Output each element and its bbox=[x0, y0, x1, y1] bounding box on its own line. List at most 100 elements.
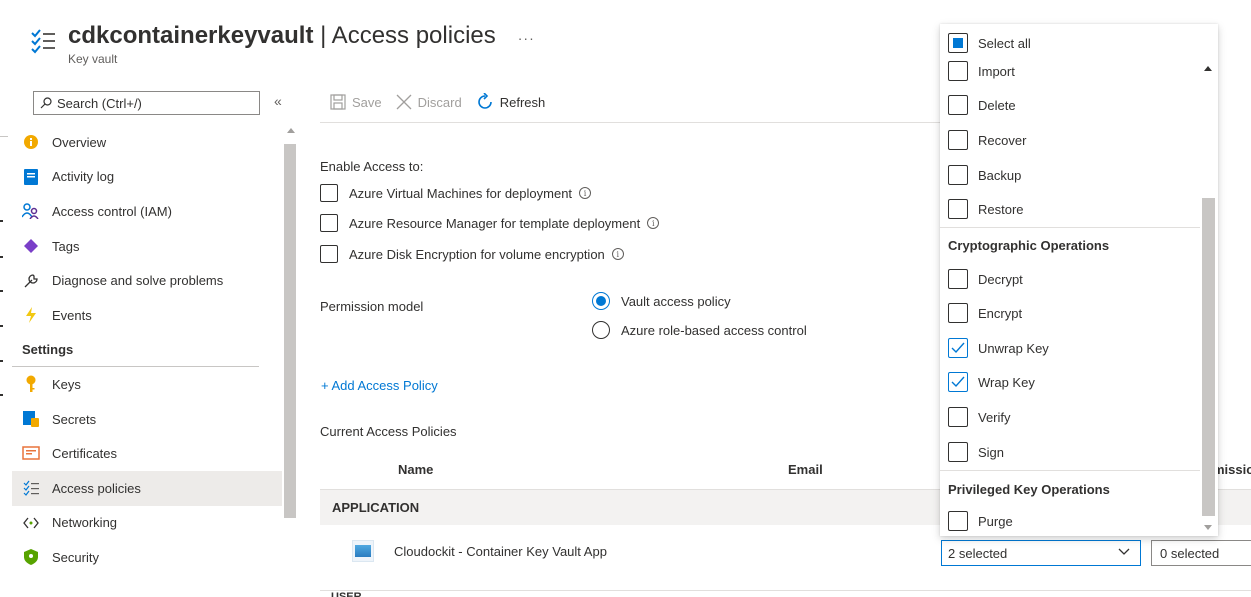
sidebar-item-label: Security bbox=[52, 549, 99, 565]
sidebar-item-label: Keys bbox=[52, 376, 81, 392]
key-icon bbox=[22, 375, 40, 393]
checkbox[interactable] bbox=[948, 407, 968, 427]
option-label: Wrap Key bbox=[978, 374, 1035, 390]
option-label: Import bbox=[978, 63, 1015, 79]
checkbox-vm-deployment[interactable]: Azure Virtual Machines for deployment i bbox=[320, 184, 592, 202]
sidebar-item-keys[interactable]: Keys bbox=[12, 367, 282, 402]
refresh-button[interactable]: Refresh bbox=[476, 93, 545, 111]
save-icon bbox=[330, 94, 346, 110]
edge-mark bbox=[0, 394, 3, 396]
group-header-user: USER bbox=[331, 591, 362, 597]
radio-label: Azure role-based access control bbox=[621, 322, 807, 338]
option-verify[interactable]: Verify bbox=[948, 407, 1011, 427]
info-icon[interactable]: i bbox=[579, 187, 592, 199]
option-label: Select all bbox=[978, 35, 1031, 51]
column-name-header[interactable]: Name bbox=[398, 462, 433, 477]
overview-icon bbox=[22, 133, 40, 151]
option-restore[interactable]: Restore bbox=[948, 199, 1024, 219]
search-input[interactable]: Search (Ctrl+/) bbox=[33, 91, 260, 115]
checkbox[interactable] bbox=[948, 95, 968, 115]
dropdown-scrollbar[interactable] bbox=[1200, 58, 1217, 534]
option-import[interactable]: Import bbox=[948, 61, 1015, 81]
search-placeholder: Search (Ctrl+/) bbox=[57, 95, 142, 111]
discard-button[interactable]: Discard bbox=[396, 94, 462, 110]
checkbox[interactable] bbox=[948, 199, 968, 219]
save-label: Save bbox=[352, 94, 382, 110]
info-icon[interactable]: i bbox=[611, 248, 624, 260]
column-permissions-header[interactable]: missio bbox=[1213, 462, 1251, 477]
sidebar-item-access-policies[interactable]: Access policies bbox=[12, 470, 282, 506]
sidebar-item-events[interactable]: Events bbox=[12, 298, 282, 333]
edge-mark bbox=[0, 290, 3, 292]
checkbox-checked[interactable] bbox=[948, 338, 968, 358]
option-recover[interactable]: Recover bbox=[948, 130, 1026, 150]
option-decrypt[interactable]: Decrypt bbox=[948, 269, 1023, 289]
edge-mark bbox=[0, 256, 3, 258]
iam-icon bbox=[22, 202, 40, 220]
sidebar-item-security[interactable]: Security bbox=[12, 540, 282, 575]
edge-mark bbox=[0, 360, 3, 362]
option-encrypt[interactable]: Encrypt bbox=[948, 303, 1022, 323]
radio-label: Vault access policy bbox=[621, 293, 731, 309]
add-access-policy-link[interactable]: + Add Access Policy bbox=[321, 378, 438, 393]
checkbox[interactable] bbox=[948, 61, 968, 81]
sidebar-item-networking[interactable]: Networking bbox=[12, 506, 282, 541]
sidebar-item-label: Access policies bbox=[52, 480, 141, 496]
option-label: Verify bbox=[978, 409, 1011, 425]
radio-rbac[interactable]: Azure role-based access control bbox=[592, 321, 807, 339]
scroll-up-arrow[interactable] bbox=[287, 128, 295, 133]
checkbox-arm-deployment[interactable]: Azure Resource Manager for template depl… bbox=[320, 214, 660, 232]
checkbox-checked[interactable] bbox=[948, 372, 968, 392]
sidebar-item-label: Secrets bbox=[52, 411, 97, 427]
more-options-button[interactable]: ··· bbox=[518, 30, 535, 46]
sidebar-item-activity-log[interactable]: Activity log bbox=[12, 160, 282, 195]
sidebar-nav: Overview Activity log Access control (IA… bbox=[12, 125, 282, 575]
option-label: Restore bbox=[978, 201, 1024, 217]
certificate-icon bbox=[22, 445, 40, 463]
sidebar-item-diagnose[interactable]: Diagnose and solve problems bbox=[12, 263, 282, 298]
permission-model-label: Permission model bbox=[320, 299, 424, 314]
scroll-down-arrow[interactable] bbox=[1204, 525, 1212, 530]
option-wrap-key[interactable]: Wrap Key bbox=[948, 372, 1035, 392]
key-permissions-select[interactable]: 2 selected bbox=[941, 540, 1141, 566]
access-policies-icon bbox=[31, 29, 55, 54]
checkbox[interactable] bbox=[948, 442, 968, 462]
checkbox[interactable] bbox=[320, 184, 338, 202]
select-all-option[interactable]: Select all bbox=[948, 33, 1031, 53]
checkbox[interactable] bbox=[948, 165, 968, 185]
scroll-up-arrow[interactable] bbox=[1204, 66, 1212, 71]
option-sign[interactable]: Sign bbox=[948, 442, 1004, 462]
radio-vault-access-policy[interactable]: Vault access policy bbox=[592, 292, 731, 310]
shield-icon bbox=[22, 548, 40, 566]
key-permissions-dropdown: Select all Import Delete Recover Backup … bbox=[940, 24, 1218, 536]
option-unwrap-key[interactable]: Unwrap Key bbox=[948, 338, 1049, 358]
app-name: Cloudockit - Container Key Vault App bbox=[394, 543, 607, 559]
access-policies-icon bbox=[22, 479, 40, 497]
column-email-header[interactable]: Email bbox=[788, 462, 823, 477]
radio-button[interactable] bbox=[592, 321, 610, 339]
checkbox[interactable] bbox=[948, 269, 968, 289]
option-delete[interactable]: Delete bbox=[948, 95, 1016, 115]
sidebar-scrollbar[interactable] bbox=[284, 126, 297, 518]
radio-button[interactable] bbox=[592, 292, 610, 310]
secret-permissions-select[interactable]: 0 selected bbox=[1151, 540, 1251, 566]
collapse-sidebar-button[interactable]: « bbox=[274, 93, 282, 109]
sidebar-item-tags[interactable]: Tags bbox=[12, 229, 282, 264]
checkbox[interactable] bbox=[320, 214, 338, 232]
checkbox[interactable] bbox=[948, 303, 968, 323]
checkbox-disk-encryption[interactable]: Azure Disk Encryption for volume encrypt… bbox=[320, 245, 624, 263]
checkbox[interactable] bbox=[948, 130, 968, 150]
sidebar-item-overview[interactable]: Overview bbox=[12, 125, 282, 160]
save-button[interactable]: Save bbox=[330, 94, 382, 110]
sidebar-item-iam[interactable]: Access control (IAM) bbox=[12, 194, 282, 229]
checkbox[interactable] bbox=[320, 245, 338, 263]
sidebar-item-certificates[interactable]: Certificates bbox=[12, 436, 282, 471]
checkbox[interactable] bbox=[948, 511, 968, 531]
info-icon[interactable]: i bbox=[647, 217, 660, 229]
checkbox[interactable] bbox=[948, 33, 968, 53]
scroll-thumb[interactable] bbox=[1202, 198, 1215, 516]
sidebar-item-secrets[interactable]: Secrets bbox=[12, 402, 282, 437]
option-backup[interactable]: Backup bbox=[948, 165, 1021, 185]
option-purge[interactable]: Purge bbox=[948, 511, 1013, 531]
scroll-thumb[interactable] bbox=[284, 144, 296, 518]
